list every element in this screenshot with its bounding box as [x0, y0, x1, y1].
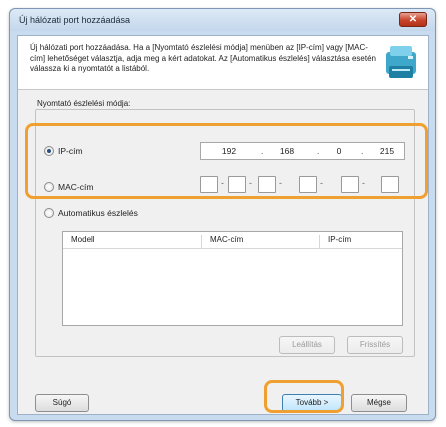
ip-dot-1: . [261, 146, 264, 156]
ip-octet-4[interactable]: 215 [373, 146, 401, 156]
ip-radio[interactable] [44, 146, 54, 156]
mac-segment-5[interactable] [341, 176, 359, 193]
printer-network-icon [386, 46, 416, 78]
mac-separator: - [221, 178, 224, 188]
auto-detect-radio[interactable] [44, 208, 54, 218]
dialog-body: Új hálózati port hozzáadása. Ha a [Nyomt… [17, 35, 429, 415]
detection-mode-label: Nyomtató észlelési módja: [37, 99, 131, 108]
mac-radio-label: MAC-cím [58, 182, 94, 192]
window-title: Új hálózati port hozzáadása [19, 15, 131, 25]
ip-radio-label: IP-cím [58, 146, 83, 156]
title-bar[interactable]: Új hálózati port hozzáadása ✕ [10, 9, 435, 31]
mac-separator: - [320, 178, 323, 188]
mac-separator: - [362, 178, 365, 188]
ip-octet-2[interactable]: 168 [273, 146, 301, 156]
printer-list-header: Modell MAC-cím IP-cím [63, 232, 402, 249]
next-button[interactable]: Tovább > [282, 394, 342, 412]
ip-dot-2: . [317, 146, 320, 156]
mac-separator: - [279, 178, 282, 188]
mac-segment-2[interactable] [228, 176, 246, 193]
auto-detect-label: Automatikus észlelés [58, 208, 138, 218]
refresh-button[interactable]: Frissítés [347, 336, 403, 354]
ip-radio-option[interactable]: IP-cím [44, 146, 83, 156]
close-button[interactable]: ✕ [399, 12, 427, 27]
mac-separator: - [249, 178, 252, 188]
mac-radio-option[interactable]: MAC-cím [44, 182, 93, 192]
mac-segment-3[interactable] [258, 176, 276, 193]
ip-dot-3: . [361, 146, 364, 156]
column-mac[interactable]: MAC-cím [201, 235, 319, 248]
dialog-window: Új hálózati port hozzáadása ✕ Új hálózat… [9, 8, 436, 421]
cancel-button[interactable]: Mégse [351, 394, 407, 412]
mac-segment-1[interactable] [200, 176, 218, 193]
ip-octet-3[interactable]: 0 [325, 146, 353, 156]
mac-radio[interactable] [44, 182, 54, 192]
stop-button[interactable]: Leállítás [279, 336, 335, 354]
help-button[interactable]: Súgó [35, 394, 89, 412]
printer-list[interactable]: Modell MAC-cím IP-cím [62, 231, 403, 326]
header-description: Új hálózati port hozzáadása. Ha a [Nyomt… [30, 43, 376, 73]
ip-octet-1[interactable]: 192 [215, 146, 243, 156]
mac-segment-6[interactable] [381, 176, 399, 193]
ip-address-field[interactable]: 192 . 168 . 0 . 215 [200, 142, 405, 160]
column-ip[interactable]: IP-cím [319, 235, 403, 248]
auto-detect-radio-option[interactable]: Automatikus észlelés [44, 208, 138, 218]
column-model[interactable]: Modell [63, 235, 175, 248]
mac-segment-4[interactable] [299, 176, 317, 193]
header-panel: Új hálózati port hozzáadása. Ha a [Nyomt… [18, 36, 428, 90]
